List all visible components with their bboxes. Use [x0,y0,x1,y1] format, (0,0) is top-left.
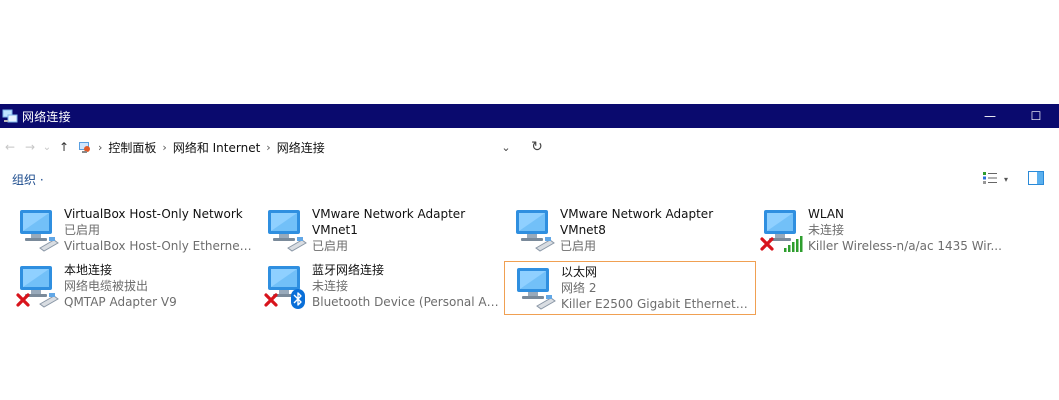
connection-name: 以太网 [561,265,598,279]
connection-details: VirtualBox Host-Only Network 已启用 Virtual… [64,206,254,254]
connection-device: VirtualBox Host-Only Ethernet ... [64,239,254,253]
preview-pane-icon [1028,171,1044,185]
minimize-button[interactable]: — [967,104,1013,128]
connection-item-ethernet[interactable]: 以太网 网络 2 Killer E2500 Gigabit Ethernet C… [504,261,756,315]
disconnected-x-icon [760,237,774,251]
connection-status: 未连接 [312,279,349,293]
network-adapter-icon [16,208,60,254]
connection-device: Killer E2500 Gigabit Ethernet C... [561,297,751,311]
network-adapter-icon [513,266,557,312]
recent-locations-button[interactable]: ⌄ [40,136,54,158]
connection-item-vmnet8[interactable]: VMware Network Adapter VMnet8 已启用 [504,204,756,258]
forward-button[interactable]: → [20,136,40,158]
connection-name: VMware Network Adapter [560,207,714,221]
connection-name-line2: VMnet8 [560,223,606,237]
connection-item-virtualbox[interactable]: VirtualBox Host-Only Network 已启用 Virtual… [8,204,260,258]
control-panel-icon [78,140,92,154]
connection-name: 蓝牙网络连接 [312,263,385,277]
connection-name: VirtualBox Host-Only Network [64,207,243,221]
network-connections-app-icon [2,108,18,124]
connection-status: 已启用 [560,239,597,253]
network-connections-window: 网络连接 — ☐ ← → ⌄ ↑ › 控制面板 › 网络和 Internet › [0,0,1059,400]
connection-item-vmnet1[interactable]: VMware Network Adapter VMnet1 已启用 [256,204,508,258]
breadcrumb-separator[interactable]: › [162,141,166,154]
wireless-adapter-icon [760,208,804,254]
connection-device: QMTAP Adapter V9 [64,295,177,309]
up-button[interactable]: ↑ [54,136,74,158]
connection-details: 本地连接 网络电缆被拔出 QMTAP Adapter V9 [64,262,254,310]
network-adapter-icon [264,208,308,254]
connection-item-wlan[interactable]: WLAN 未连接 Killer Wireless-n/a/ac 1435 Wir… [752,204,1052,258]
connection-name: 本地连接 [64,263,113,277]
connection-status: 未连接 [808,223,845,237]
connection-item-bluetooth[interactable]: 蓝牙网络连接 未连接 Bluetooth Device (Personal Ar… [256,260,508,314]
bluetooth-adapter-icon [264,264,308,310]
breadcrumb: › 控制面板 › 网络和 Internet › 网络连接 [78,139,325,156]
disconnected-x-icon [16,293,30,307]
breadcrumb-control-panel[interactable]: 控制面板 [108,139,156,156]
change-view-button[interactable]: ▾ [982,170,1012,188]
connection-name: WLAN [808,207,845,221]
bluetooth-icon [291,289,305,309]
address-bar: ← → ⌄ ↑ › 控制面板 › 网络和 Internet › 网络连接 ⌄ ↻ [0,134,1059,160]
breadcrumb-network-internet[interactable]: 网络和 Internet [173,139,260,156]
breadcrumb-separator[interactable]: › [266,141,270,154]
address-dropdown-button[interactable]: ⌄ [498,136,514,158]
window-title: 网络连接 [22,109,71,124]
connection-status: 已启用 [64,223,101,237]
preview-pane-button[interactable] [1028,171,1044,185]
connection-details: VMware Network Adapter VMnet8 已启用 [560,206,750,254]
connection-item-local[interactable]: 本地连接 网络电缆被拔出 QMTAP Adapter V9 [8,260,260,314]
connection-name: VMware Network Adapter [312,207,466,221]
window-controls: — ☐ [967,104,1059,128]
connection-status: 网络电缆被拔出 [64,279,149,293]
connection-device: Bluetooth Device (Personal Are... [312,295,502,309]
view-options-icon [982,171,998,188]
connection-details: 以太网 网络 2 Killer E2500 Gigabit Ethernet C… [561,264,751,312]
connection-device: Killer Wireless-n/a/ac 1435 Wir... [808,239,1002,253]
disconnected-x-icon [264,293,278,307]
connection-details: WLAN 未连接 Killer Wireless-n/a/ac 1435 Wir… [808,206,1048,254]
connection-status: 网络 2 [561,281,597,295]
organize-menu-button[interactable]: 组织 · [12,171,44,188]
connection-details: 蓝牙网络连接 未连接 Bluetooth Device (Personal Ar… [312,262,502,310]
view-dropdown-icon: ▾ [1004,174,1009,184]
maximize-button[interactable]: ☐ [1013,104,1059,128]
command-bar: 组织 · ▾ [0,168,1059,190]
network-adapter-icon [512,208,556,254]
refresh-button[interactable]: ↻ [528,136,546,158]
breadcrumb-network-connections[interactable]: 网络连接 [277,139,325,156]
title-bar[interactable]: 网络连接 — ☐ [0,104,1059,128]
connection-name-line2: VMnet1 [312,223,358,237]
back-button[interactable]: ← [0,136,20,158]
connection-status: 已启用 [312,239,349,253]
network-adapter-icon [16,264,60,310]
breadcrumb-separator[interactable]: › [98,141,102,154]
connection-details: VMware Network Adapter VMnet1 已启用 [312,206,502,254]
